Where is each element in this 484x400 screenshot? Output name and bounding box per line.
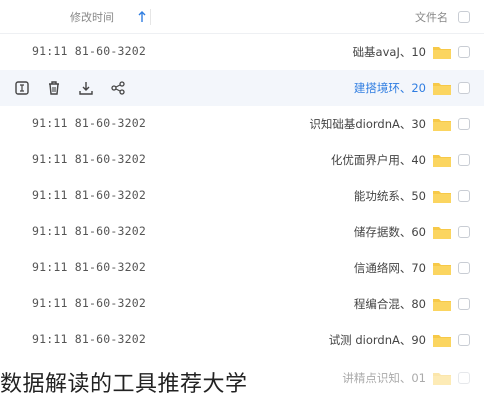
folder-icon: [432, 332, 452, 348]
row-checkbox[interactable]: [458, 118, 470, 130]
file-name[interactable]: 08、混合编程: [354, 296, 426, 312]
row-checkbox[interactable]: [458, 190, 470, 202]
file-list: 文件名 修改时间 01、Java基础 2023-06-18 11:19 02、环…: [0, 0, 484, 400]
folder-icon: [432, 116, 452, 132]
table-row[interactable]: 03、Android基础知识 2023-06-18 11:19: [0, 106, 484, 142]
column-divider: [150, 9, 151, 25]
folder-icon: [432, 44, 452, 60]
modified-date: 2023-06-18 11:19: [32, 296, 146, 310]
folder-icon: [432, 296, 452, 312]
file-name[interactable]: 06、数据存储: [354, 224, 426, 240]
table-row[interactable]: 08、混合编程 2023-06-18 11:19: [0, 286, 484, 322]
share-icon[interactable]: [110, 80, 126, 96]
folder-icon: [432, 260, 452, 276]
modified-date: 2023-06-18 11:19: [32, 188, 146, 202]
sort-arrow-icon[interactable]: [138, 11, 146, 23]
column-header-modified[interactable]: 修改时间: [70, 9, 114, 25]
row-checkbox[interactable]: [458, 298, 470, 310]
folder-icon: [432, 224, 452, 240]
table-row[interactable]: 05、系统功能 2023-06-18 11:19: [0, 178, 484, 214]
modified-date: 2023-06-18 11:19: [32, 116, 146, 130]
row-checkbox[interactable]: [458, 334, 470, 346]
table-row[interactable]: 01、Java基础 2023-06-18 11:19: [0, 34, 484, 70]
row-checkbox[interactable]: [458, 154, 470, 166]
row-checkbox[interactable]: [458, 262, 470, 274]
column-header-file-name[interactable]: 文件名: [415, 9, 448, 25]
file-name[interactable]: 07、网络通信: [354, 260, 426, 276]
row-checkbox[interactable]: [458, 82, 470, 94]
modified-date: 2023-06-18 11:19: [32, 44, 146, 58]
trash-icon[interactable]: [46, 80, 62, 96]
table-row[interactable]: 04、用户界面优化 2023-06-18 11:19: [0, 142, 484, 178]
folder-icon: [432, 370, 452, 386]
row-checkbox[interactable]: [458, 226, 470, 238]
file-name[interactable]: 10、知识点精讲: [342, 370, 426, 386]
select-all-checkbox[interactable]: [458, 11, 470, 23]
folder-icon: [432, 80, 452, 96]
list-header: 文件名 修改时间: [0, 0, 484, 34]
file-name[interactable]: 02、环境搭建: [354, 80, 426, 96]
file-name[interactable]: 09、Android 测试: [329, 332, 426, 348]
folder-icon: [432, 188, 452, 204]
file-name[interactable]: 01、Java基础: [353, 44, 426, 60]
modified-date: 2023-06-18 11:19: [32, 224, 146, 238]
modified-date: 2023-06-18 11:19: [32, 260, 146, 274]
table-row[interactable]: 09、Android 测试 2023-06-18 11:19: [0, 322, 484, 358]
file-name[interactable]: 04、用户界面优化: [331, 152, 426, 168]
modified-date: 2023-06-18 11:19: [32, 332, 146, 346]
modified-date: 2023-06-18 11:19: [32, 152, 146, 166]
folder-icon: [432, 152, 452, 168]
file-name[interactable]: 05、系统功能: [354, 188, 426, 204]
row-checkbox[interactable]: [458, 372, 470, 384]
watermark-caption: 数据解读的工具推荐大学: [0, 372, 248, 397]
more-icon[interactable]: [14, 80, 30, 96]
table-row[interactable]: 02、环境搭建: [0, 70, 484, 106]
table-row[interactable]: 06、数据存储 2023-06-18 11:19: [0, 214, 484, 250]
file-name[interactable]: 03、Android基础知识: [309, 116, 426, 132]
row-checkbox[interactable]: [458, 46, 470, 58]
download-icon[interactable]: [78, 80, 94, 96]
table-row[interactable]: 07、网络通信 2023-06-18 11:19: [0, 250, 484, 286]
